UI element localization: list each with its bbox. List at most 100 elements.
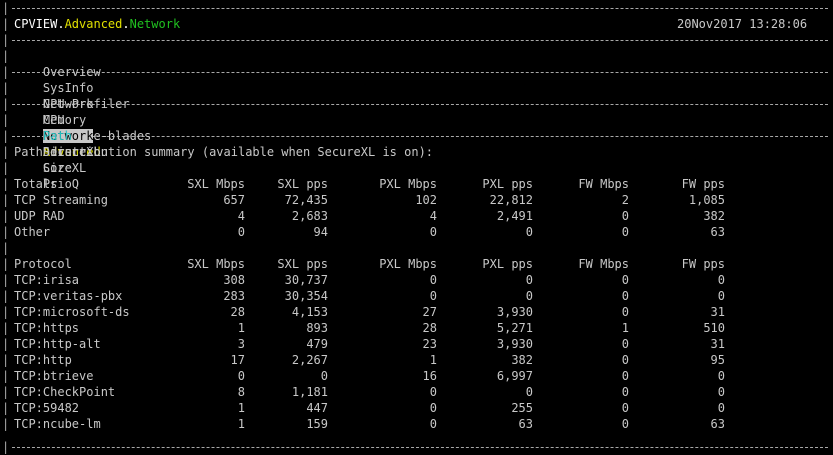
table-cell: 0 [525, 385, 533, 399]
submenu-cpu-profiler[interactable]: CPU-Profiler [43, 97, 130, 111]
title-bar: | CPVIEW.Advanced.Network 20Nov2017 13:2… [2, 16, 808, 32]
row-label: TCP:http-alt [14, 337, 101, 351]
table-cell: 4 [237, 209, 245, 223]
totals-row: | TCP 657 72,435 102 22,812 2 1,085 [2, 193, 725, 207]
title-dot: . [122, 17, 130, 31]
table-cell: 72,435 [284, 193, 328, 207]
table-cell: 0 [525, 225, 533, 239]
table-cell: 510 [703, 321, 725, 335]
table-cell: 8 [237, 385, 245, 399]
row-label: TCP:http [14, 353, 72, 367]
title: CPVIEW.Advanced.Network [14, 16, 180, 32]
column-header: SXL pps [277, 257, 328, 271]
separator-top [0, 0, 828, 16]
column-header: PXL Mbps [379, 177, 437, 191]
table-cell: 0 [621, 337, 629, 351]
table-cell: 0 [621, 289, 629, 303]
table-cell: 0 [621, 417, 629, 431]
table-cell: 2,267 [291, 353, 328, 367]
table-cell: 0 [429, 385, 437, 399]
table-cell: 0 [237, 225, 245, 239]
protocol-row: | TCP:CheckPoint 8 1,181 0 0 0 0 [2, 385, 725, 399]
table-cell: 159 [306, 417, 328, 431]
table-cell: 17 [230, 353, 245, 367]
row-label: TCP:CheckPoint [14, 385, 116, 399]
column-header: Protocol [14, 257, 72, 271]
title-network: Network [129, 17, 181, 31]
row-label: TCP:59482 [14, 401, 80, 415]
protocol-row: | TCP:veritas-pbx 283 30,354 0 0 0 0 [2, 289, 725, 303]
table-cell: 22,812 [489, 193, 533, 207]
table-cell: 0 [237, 369, 245, 383]
table-cell: 382 [703, 209, 725, 223]
table-cell: 0 [621, 369, 629, 383]
column-header: FW Mbps [578, 177, 629, 191]
protocol-row: | TCP:btrieve 0 0 16 6,997 0 0 [2, 369, 725, 383]
column-header: SXL Mbps [187, 257, 245, 271]
row-label: TCP:ncube-lm [14, 417, 101, 431]
title-prefix: CPVIEW. [14, 17, 65, 31]
row-label: TCP:btrieve [14, 369, 94, 383]
table-cell: 0 [621, 385, 629, 399]
table-header: | Protocol SXL Mbps SXL pps PXL Mbps PXL pps F… [2, 257, 725, 271]
summary-title-text: Path distribution summary (available whe… [14, 145, 434, 159]
table-cell: 0 [621, 209, 629, 223]
table-cell: 0 [717, 289, 725, 303]
blank-row: | [2, 241, 10, 255]
tab-path[interactable]: Path [43, 129, 72, 143]
table-cell: 102 [415, 193, 437, 207]
table-cell: 0 [621, 353, 629, 367]
table-cell: 63 [710, 225, 725, 239]
table-cell: 893 [306, 321, 328, 335]
table-cell: 31 [710, 305, 725, 319]
table-cell: 1,085 [688, 193, 725, 207]
table-header: | Totals SXL Mbps SXL pps PXL Mbps PXL pps FW … [2, 177, 725, 191]
row-label: TCP:irisa [14, 273, 80, 287]
row-label: Other [14, 225, 51, 239]
column-header: FW pps [681, 257, 725, 271]
separator [0, 32, 828, 48]
table-cell: 0 [717, 369, 725, 383]
table-cell: 0 [717, 273, 725, 287]
table-cell: 1 [237, 417, 245, 431]
menu-overview[interactable]: Overview [43, 65, 101, 79]
table-cell: 0 [621, 273, 629, 287]
table-cell: 0 [429, 289, 437, 303]
table-cell: 382 [511, 353, 533, 367]
table-cell: 31 [710, 337, 725, 351]
title-advanced: Advanced [64, 17, 123, 31]
totals-row: | UDP 4 2,683 4 2,491 0 382 [2, 209, 725, 223]
protocol-row: | TCP:microsoft-ds 28 4,153 27 3,930 0 31 [2, 305, 725, 319]
protocol-row: | TCP:ncube-lm 1 159 0 63 0 63 [2, 417, 725, 431]
row-label: UDP [14, 209, 36, 223]
table-cell: 0 [429, 225, 437, 239]
table-cell: 308 [223, 273, 245, 287]
table-cell: 23 [422, 337, 437, 351]
protocol-row: | TCP:59482 1 447 0 255 0 0 [2, 401, 725, 415]
table-cell: 5,271 [496, 321, 533, 335]
table-cell: 283 [223, 289, 245, 303]
column-header: Totals [14, 177, 58, 191]
table-cell: 28 [230, 305, 245, 319]
protocol-row: | TCP:http 17 2,267 1 382 0 95 [2, 353, 725, 367]
column-header: FW pps [681, 177, 725, 191]
table-cell: 3,930 [496, 337, 533, 351]
table-cell: 1,181 [291, 385, 328, 399]
table-cell: 95 [710, 353, 725, 367]
table-cell: 3 [237, 337, 245, 351]
column-header: FW Mbps [578, 257, 629, 271]
table-cell: 16 [422, 369, 437, 383]
table-cell: 63 [710, 417, 725, 431]
table-cell: 2 [621, 193, 629, 207]
table-cell: 0 [429, 401, 437, 415]
column-header: PXL pps [482, 257, 533, 271]
table-cell: 657 [223, 193, 245, 207]
table-cell: 0 [717, 401, 725, 415]
table-cell: 2,683 [291, 209, 328, 223]
table-cell: 3,930 [496, 305, 533, 319]
table-cell: 0 [429, 417, 437, 431]
table-cell: 1 [237, 321, 245, 335]
table-cell: 0 [525, 289, 533, 303]
table-cell: 27 [422, 305, 437, 319]
table-cell: 6,997 [496, 369, 533, 383]
